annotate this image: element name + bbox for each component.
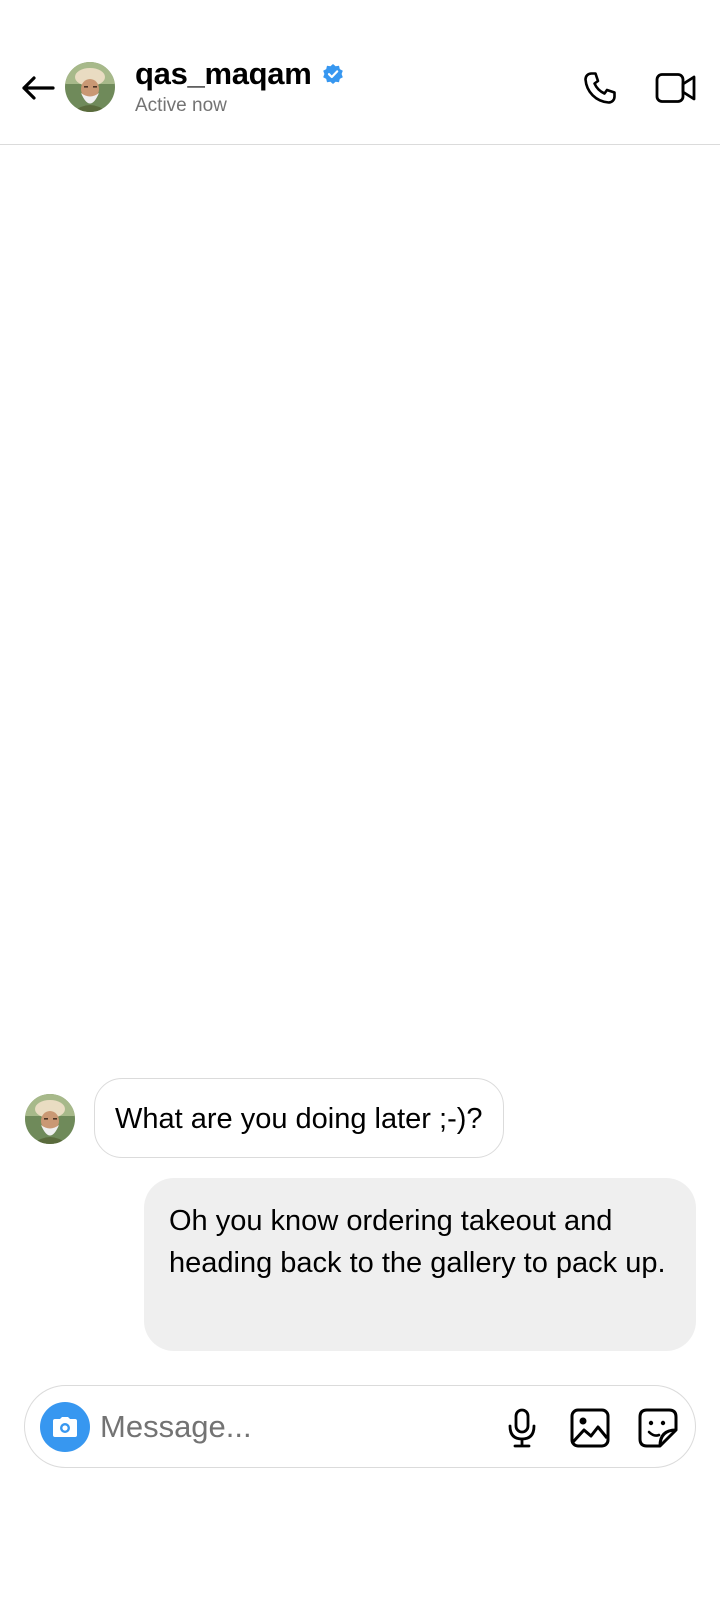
chat-title[interactable]: qas_maqam Active now: [135, 56, 344, 117]
voice-message-button[interactable]: [500, 1406, 544, 1450]
image-icon: [570, 1408, 610, 1448]
microphone-icon: [508, 1408, 536, 1448]
verified-badge-icon: [322, 63, 344, 85]
username: qas_maqam: [135, 56, 312, 91]
sticker-button[interactable]: [636, 1406, 680, 1450]
chat-header: qas_maqam Active now: [0, 0, 720, 145]
camera-button[interactable]: [40, 1402, 90, 1452]
gallery-button[interactable]: [568, 1406, 612, 1450]
chat-screen: qas_maqam Active now What are you doing …: [0, 0, 720, 1600]
video-camera-icon: [655, 73, 696, 103]
message-input[interactable]: [100, 1404, 480, 1450]
active-status: Active now: [135, 95, 227, 116]
arrow-left-icon: [22, 76, 55, 100]
message-composer: [24, 1385, 696, 1468]
phone-icon: [584, 72, 616, 104]
audio-call-button[interactable]: [578, 66, 622, 110]
incoming-message[interactable]: What are you doing later ;-)?: [94, 1078, 504, 1158]
sticker-icon: [638, 1408, 678, 1448]
outgoing-message[interactable]: Oh you know ordering takeout and heading…: [144, 1178, 696, 1351]
video-call-button[interactable]: [652, 66, 700, 110]
avatar[interactable]: [65, 62, 115, 112]
sender-avatar[interactable]: [25, 1094, 75, 1144]
camera-icon: [53, 1417, 77, 1437]
back-button[interactable]: [18, 68, 58, 108]
